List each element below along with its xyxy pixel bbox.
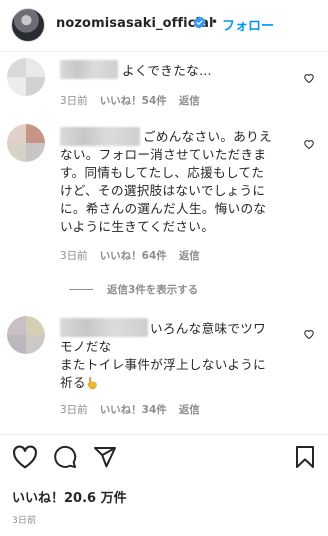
divider (0, 434, 328, 435)
reply-button[interactable]: 返信 (179, 93, 200, 108)
comment-likes[interactable]: いいね！64件 (100, 248, 167, 263)
comment-item: ごめんなさい。ありえ ない。フォロー消させていただきま す。同情もしてたし、応援… (0, 112, 328, 272)
commenter-name-blurred[interactable] (60, 127, 140, 146)
separator-dot: • (211, 15, 219, 29)
comment-time[interactable]: 3日前 (60, 402, 88, 417)
comment-like-heart-icon[interactable] (303, 328, 315, 340)
reply-button[interactable]: 返信 (179, 248, 200, 263)
comment-text-line: いろんな意味でツワ (150, 321, 267, 336)
like-heart-icon[interactable] (12, 445, 38, 469)
comment-text: よくできたな… (122, 63, 212, 78)
comment-likes[interactable]: いいね！54件 (100, 93, 167, 108)
replies-divider-line (69, 289, 93, 290)
comment-like-heart-icon[interactable] (303, 72, 315, 84)
comment-text-line: に。希さんの選んだ人生。悔いのな (60, 201, 267, 216)
comment-meta: 3日前 いいね！34件 返信 (60, 402, 200, 417)
comment-item: よくできたな… 3日前 いいね！54件 返信 (0, 52, 328, 112)
comment-icon[interactable] (53, 445, 77, 469)
comment-text-line: モノだな (60, 339, 112, 354)
commenter-avatar[interactable] (7, 316, 45, 354)
commenter-avatar[interactable] (7, 124, 45, 162)
pointing-hand-emoji-icon (87, 376, 97, 389)
comment-meta: 3日前 いいね！54件 返信 (60, 93, 200, 108)
comment-item: いろんな意味でツワ モノだな またトイレ事件が浮上しないように 祈る 3日前 い… (0, 306, 328, 424)
comment-meta: 3日前 いいね！64件 返信 (60, 248, 200, 263)
follow-button[interactable]: フォロー (222, 15, 274, 34)
comment-text-line: す。同情もしてたし、応援もしてた (60, 165, 265, 180)
post-header: nozomisasaki_official • フォロー (0, 0, 328, 52)
view-replies-button[interactable]: 返信3件を表示する (69, 282, 198, 297)
verified-badge-icon (193, 16, 206, 29)
bookmark-icon[interactable] (294, 445, 316, 469)
commenter-name-blurred[interactable] (60, 318, 148, 337)
comment-text-fragment: 祈る (60, 375, 86, 390)
commenter-avatar[interactable] (7, 58, 45, 96)
comment-text-line: ごめんなさい。ありえ (143, 129, 272, 144)
comment-time[interactable]: 3日前 (60, 93, 88, 108)
comment-like-heart-icon[interactable] (303, 138, 315, 150)
post-date: 3日前 (12, 516, 37, 526)
comment-text-line-last: 祈る (60, 374, 98, 391)
comment-text-line: ない。フォロー消させていただきま (60, 147, 267, 162)
comment-text-line: けど、その選択肢はないでしょうに (60, 183, 266, 198)
comment-text-line: またトイレ事件が浮上しないように (60, 357, 267, 372)
reply-button[interactable]: 返信 (179, 402, 200, 417)
post-likes-count[interactable]: いいね！20.6 万件 (12, 487, 127, 506)
view-replies-label: 返信3件を表示する (107, 284, 199, 296)
share-icon[interactable] (93, 445, 117, 469)
comment-time[interactable]: 3日前 (60, 248, 88, 263)
comment-likes[interactable]: いいね！34件 (100, 402, 167, 417)
username[interactable]: nozomisasaki_official (56, 16, 214, 31)
commenter-name-blurred[interactable] (60, 60, 118, 79)
comment-text-line: いように生きてください。 (60, 219, 215, 234)
profile-avatar[interactable] (11, 8, 45, 42)
